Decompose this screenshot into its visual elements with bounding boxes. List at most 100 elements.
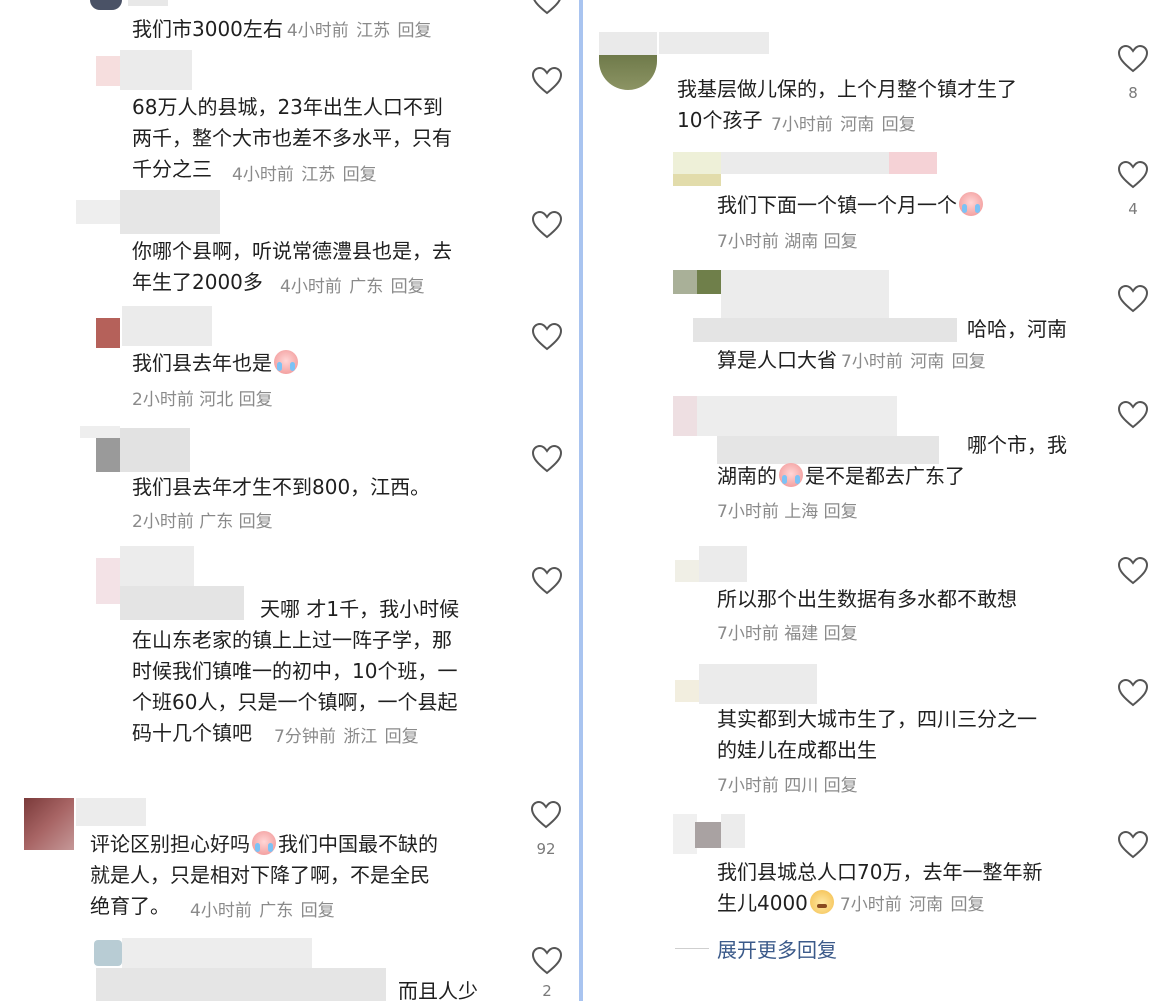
comment: 而且人少: [398, 976, 478, 1007]
username-blurred: [721, 152, 889, 174]
reply-link[interactable]: 回复: [239, 390, 273, 410]
comment-location: 江苏: [301, 165, 336, 185]
avatar: [96, 558, 120, 604]
like-button[interactable]: [530, 0, 564, 16]
like-button[interactable]: 4: [1116, 160, 1150, 218]
comment-time: 2小时前: [132, 390, 194, 410]
like-button[interactable]: [530, 566, 564, 596]
comment-time: 7小时前: [717, 232, 779, 252]
crying-face-emoji: [274, 350, 298, 374]
reply-link[interactable]: 回复: [951, 895, 985, 915]
reply-link[interactable]: 回复: [824, 776, 858, 796]
heart-outline-icon: [1117, 44, 1149, 73]
username-blurred: [120, 190, 220, 234]
reply-link[interactable]: 回复: [239, 512, 273, 532]
heart-outline-icon: [530, 800, 562, 829]
username-blurred: [659, 32, 769, 54]
comment-location: 河北: [199, 390, 234, 410]
heart-outline-icon: [1117, 678, 1149, 707]
comment-meta: 7分钟前 浙江 回复: [274, 722, 419, 747]
comment-time: 7小时前: [717, 776, 779, 796]
like-button[interactable]: [1116, 678, 1150, 708]
like-button[interactable]: [530, 66, 564, 96]
reply-link[interactable]: 回复: [824, 232, 858, 252]
comment-text: 算是人口大省: [717, 348, 837, 372]
heart-outline-icon: [531, 566, 563, 595]
heart-outline-icon: [1117, 400, 1149, 429]
avatar: [673, 152, 721, 186]
reply-link[interactable]: 回复: [398, 21, 432, 41]
heart-outline-icon: [1117, 830, 1149, 859]
like-button[interactable]: 8: [1116, 44, 1150, 102]
comment-location: 福建: [784, 624, 819, 644]
avatar: [96, 438, 120, 472]
sly-smile-emoji: [809, 890, 834, 914]
crying-face-emoji: [252, 831, 276, 855]
comment-meta: 7小时前 上海 回复: [717, 500, 858, 524]
like-button[interactable]: [530, 322, 564, 352]
heart-outline-icon: [531, 946, 563, 975]
comment-meta: 2小时前 广东 回复: [132, 510, 273, 534]
comment-meta: 4小时前 广东 回复: [280, 272, 425, 297]
comment-location: 广东: [199, 512, 234, 532]
avatar: [673, 396, 697, 436]
like-button[interactable]: [1116, 284, 1150, 314]
avatar: [94, 940, 122, 966]
comment-meta: 4小时前 江苏 回复: [287, 21, 432, 41]
reply-link[interactable]: 回复: [343, 165, 377, 185]
comment-text: 湖南的: [717, 464, 777, 488]
avatar: [695, 822, 721, 848]
comment-meta: 7小时前 福建 回复: [717, 622, 858, 646]
comment-text: 而且人少: [398, 979, 478, 1003]
comment: 我们县去年也是: [132, 348, 300, 379]
like-button[interactable]: [530, 444, 564, 474]
avatar: [96, 56, 120, 86]
comment-text: 我们市3000左右: [132, 17, 283, 41]
comment: 算是人口大省 7小时前 河南 回复: [717, 345, 986, 378]
like-button[interactable]: [1116, 556, 1150, 586]
comment-location: 广东: [349, 277, 384, 297]
avatar: [673, 270, 721, 294]
comment: 我们下面一个镇一个月一个: [717, 190, 985, 221]
comment-location: 江苏: [356, 21, 391, 41]
reply-link[interactable]: 回复: [824, 624, 858, 644]
comment-location: 广东: [259, 901, 294, 921]
like-button[interactable]: 92: [529, 800, 563, 858]
username-blurred: [889, 152, 937, 174]
like-count: 92: [536, 840, 556, 858]
reply-link[interactable]: 回复: [301, 901, 335, 921]
comment-location: 河南: [840, 115, 875, 135]
username-blurred: [120, 50, 192, 90]
comment-location: 浙江: [343, 727, 378, 747]
username-blurred: [120, 546, 194, 586]
comment-location: 河南: [909, 895, 944, 915]
like-button[interactable]: [530, 210, 564, 240]
like-button[interactable]: [1116, 400, 1150, 430]
expand-more-replies-button[interactable]: 展开更多回复: [717, 934, 837, 963]
heart-outline-icon: [1117, 284, 1149, 313]
comment-text: 所以那个出生数据有多水都不敢想: [717, 587, 1017, 611]
crying-face-emoji: [959, 192, 983, 216]
like-count: 2: [542, 982, 552, 1000]
comment-time: 7小时前: [771, 115, 833, 135]
username-blurred: [717, 436, 939, 464]
username-blurred: [721, 814, 745, 848]
comment-meta: 7小时前 河南 回复: [840, 895, 985, 915]
like-button[interactable]: 2: [530, 946, 564, 1000]
avatar: [599, 32, 657, 90]
username-blurred: [697, 396, 897, 436]
username-blurred: [699, 546, 747, 582]
comment-time: 7小时前: [717, 502, 779, 522]
like-button[interactable]: [1116, 830, 1150, 860]
comment-time: 7小时前: [841, 352, 903, 372]
heart-outline-icon: [531, 210, 563, 239]
comment-time: 4小时前: [232, 165, 294, 185]
username-blurred: [128, 0, 168, 6]
comment-time: 4小时前: [280, 277, 342, 297]
reply-link[interactable]: 回复: [824, 502, 858, 522]
comment-text: 评论区别担心好吗: [90, 832, 250, 856]
reply-link[interactable]: 回复: [391, 277, 425, 297]
reply-link[interactable]: 回复: [385, 727, 419, 747]
reply-link[interactable]: 回复: [952, 352, 986, 372]
reply-link[interactable]: 回复: [882, 115, 916, 135]
